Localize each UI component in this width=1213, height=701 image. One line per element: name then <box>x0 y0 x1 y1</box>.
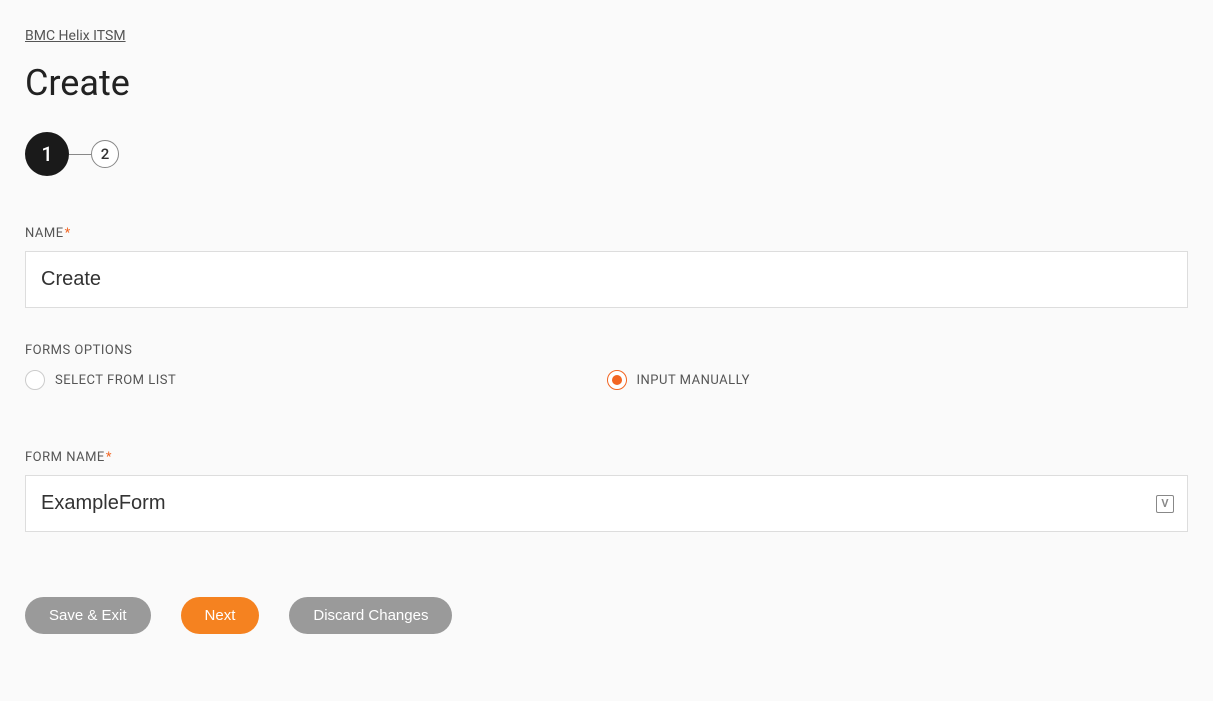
step-2[interactable]: 2 <box>91 140 119 168</box>
radio-circle-icon <box>607 370 627 390</box>
variable-picker-icon[interactable]: V <box>1156 495 1174 513</box>
form-name-input-wrap: V <box>25 475 1188 532</box>
radio-label: INPUT MANUALLY <box>637 373 750 388</box>
radio-circle-icon <box>25 370 45 390</box>
radio-input-manually[interactable]: INPUT MANUALLY <box>607 370 1189 390</box>
save-exit-button[interactable]: Save & Exit <box>25 597 151 634</box>
page-title: Create <box>25 62 1188 104</box>
form-name-label: FORM NAME* <box>25 450 1188 465</box>
name-input[interactable] <box>25 251 1188 308</box>
required-mark: * <box>65 226 71 241</box>
forms-options-group: FORMS OPTIONS SELECT FROM LIST INPUT MAN… <box>25 343 1188 390</box>
radio-dot-icon <box>612 375 622 385</box>
step-connector <box>69 154 91 155</box>
step-indicator: 1 2 <box>25 132 1188 176</box>
radio-label: SELECT FROM LIST <box>55 373 176 388</box>
forms-options-radios: SELECT FROM LIST INPUT MANUALLY <box>25 370 1188 390</box>
name-label: NAME* <box>25 226 1188 241</box>
radio-select-from-list[interactable]: SELECT FROM LIST <box>25 370 607 390</box>
form-name-field-group: FORM NAME* V <box>25 450 1188 532</box>
name-field-group: NAME* <box>25 226 1188 308</box>
action-button-row: Save & Exit Next Discard Changes <box>25 597 1188 634</box>
name-label-text: NAME <box>25 226 64 241</box>
required-mark: * <box>106 450 112 465</box>
form-name-input[interactable] <box>25 475 1188 532</box>
discard-changes-button[interactable]: Discard Changes <box>289 597 452 634</box>
step-1[interactable]: 1 <box>25 132 69 176</box>
next-button[interactable]: Next <box>181 597 260 634</box>
form-name-label-text: FORM NAME <box>25 450 105 465</box>
breadcrumb-link[interactable]: BMC Helix ITSM <box>25 28 126 44</box>
forms-options-label: FORMS OPTIONS <box>25 343 1188 358</box>
